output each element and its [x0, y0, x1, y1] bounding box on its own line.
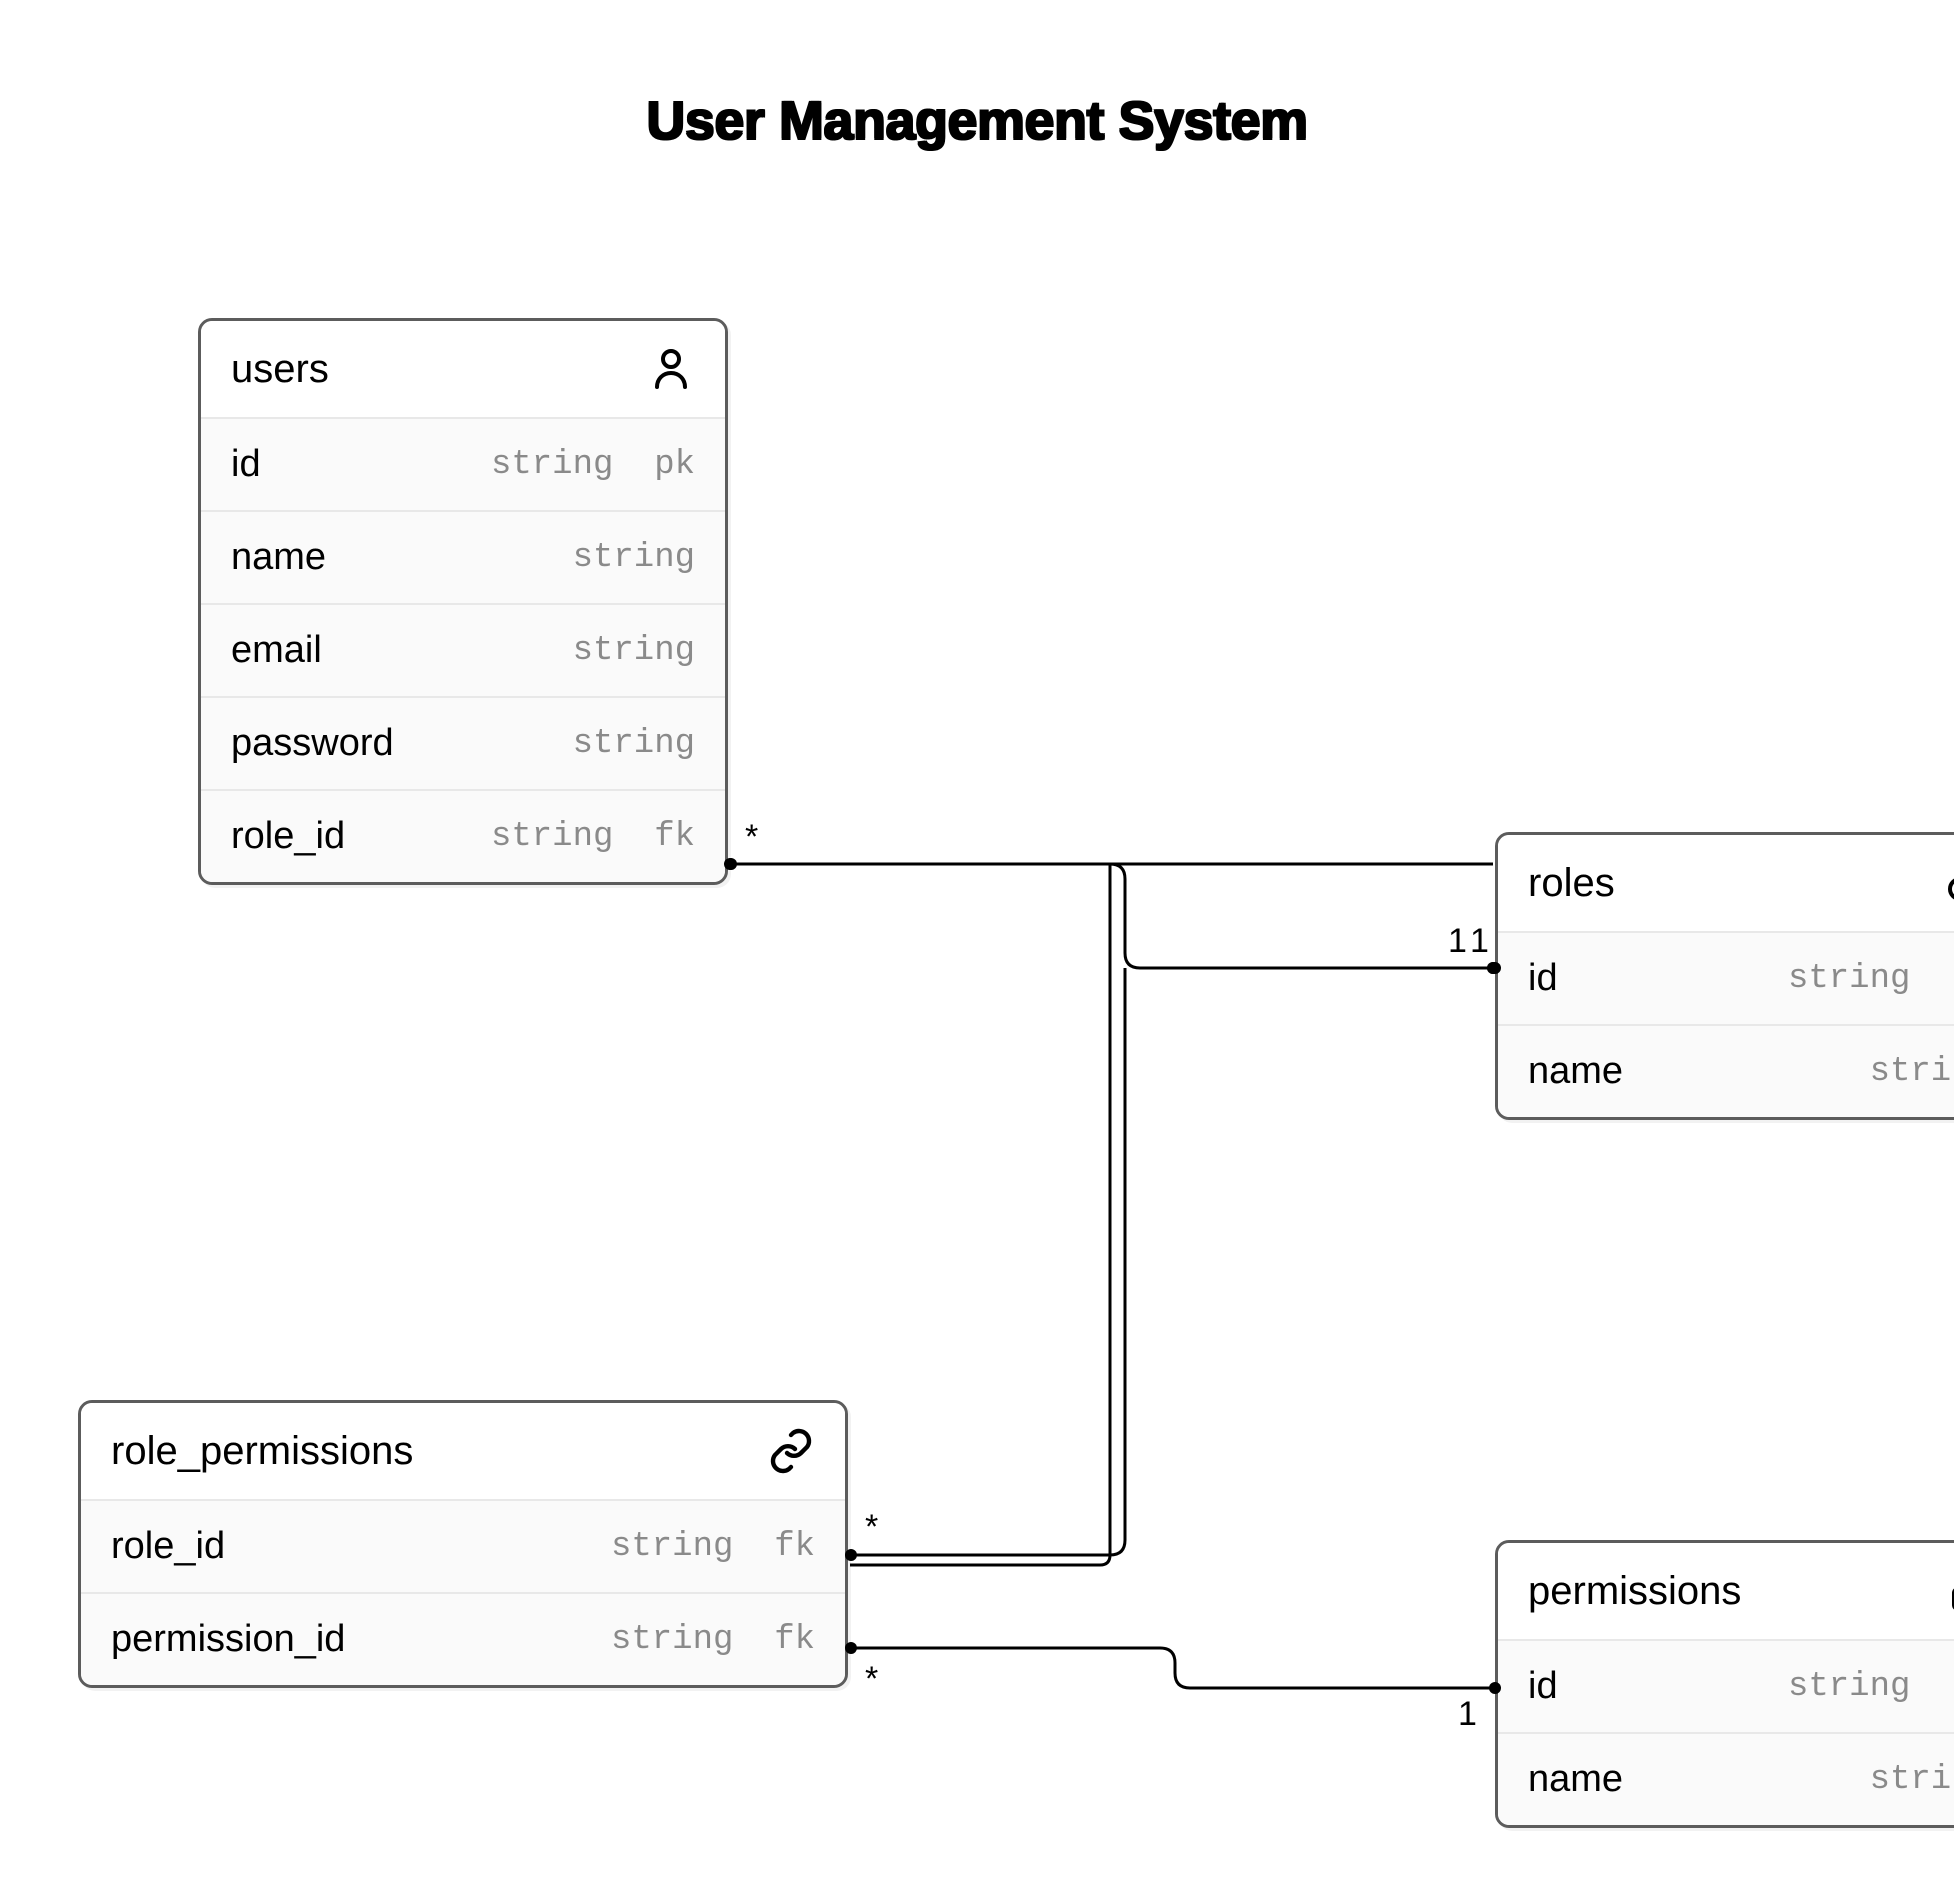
field-row: email string [201, 603, 725, 696]
entity-role-permissions: role_permissions role_id string fk permi… [78, 1400, 848, 1688]
mult-label-star: * [745, 818, 758, 857]
field-row: name string [1498, 1732, 1954, 1825]
field-type: string [1870, 1053, 1954, 1091]
field-name: id [1528, 957, 1558, 1000]
field-name: password [231, 722, 394, 765]
entity-name: users [231, 347, 329, 392]
entity-header: users [201, 321, 725, 417]
field-type: string [1870, 1761, 1954, 1799]
field-row: role_id string fk [81, 1499, 845, 1592]
field-type: string [573, 539, 695, 577]
field-type: string fk [491, 818, 695, 856]
entity-name: role_permissions [111, 1429, 413, 1474]
field-row: id string pk [1498, 931, 1954, 1024]
field-row: password string [201, 696, 725, 789]
field-row: permission_id string fk [81, 1592, 845, 1685]
field-type: string [573, 632, 695, 670]
mult-label-one: 1 [1448, 922, 1467, 961]
field-type: string pk [1788, 1668, 1954, 1706]
entity-header: permissions [1498, 1543, 1954, 1639]
entity-permissions: permissions id string pk name string [1495, 1540, 1954, 1828]
entity-roles: roles id string pk name string [1495, 832, 1954, 1120]
field-name: email [231, 629, 322, 672]
field-row: id string pk [1498, 1639, 1954, 1732]
mult-label-one: 1 [1470, 922, 1489, 961]
field-name: id [1528, 1665, 1558, 1708]
field-name: id [231, 443, 261, 486]
mult-label-star: * [865, 1660, 878, 1699]
entity-header: role_permissions [81, 1403, 845, 1499]
entity-name: permissions [1528, 1569, 1741, 1614]
link-icon [767, 1427, 815, 1475]
mult-label-star: * [865, 1508, 878, 1547]
field-type: string pk [1788, 960, 1954, 998]
field-type: string pk [491, 446, 695, 484]
field-name: permission_id [111, 1618, 345, 1661]
user-icon [647, 345, 695, 393]
field-row: name string [201, 510, 725, 603]
field-row: id string pk [201, 417, 725, 510]
field-name: role_id [111, 1525, 225, 1568]
field-row: role_id string fk [201, 789, 725, 882]
field-name: name [231, 536, 326, 579]
field-name: role_id [231, 815, 345, 858]
entity-name: roles [1528, 861, 1615, 906]
field-type: string [573, 725, 695, 763]
lock-icon [1944, 1567, 1954, 1615]
entity-header: roles [1498, 835, 1954, 931]
key-icon [1944, 859, 1954, 907]
entity-users: users id string pk name string email str… [198, 318, 728, 885]
diagram-title: User Management System [0, 90, 1954, 152]
field-type: string fk [611, 1528, 815, 1566]
field-name: name [1528, 1050, 1623, 1093]
field-name: name [1528, 1758, 1623, 1801]
field-row: name string [1498, 1024, 1954, 1117]
field-type: string fk [611, 1621, 815, 1659]
mult-label-one: 1 [1458, 1695, 1477, 1734]
